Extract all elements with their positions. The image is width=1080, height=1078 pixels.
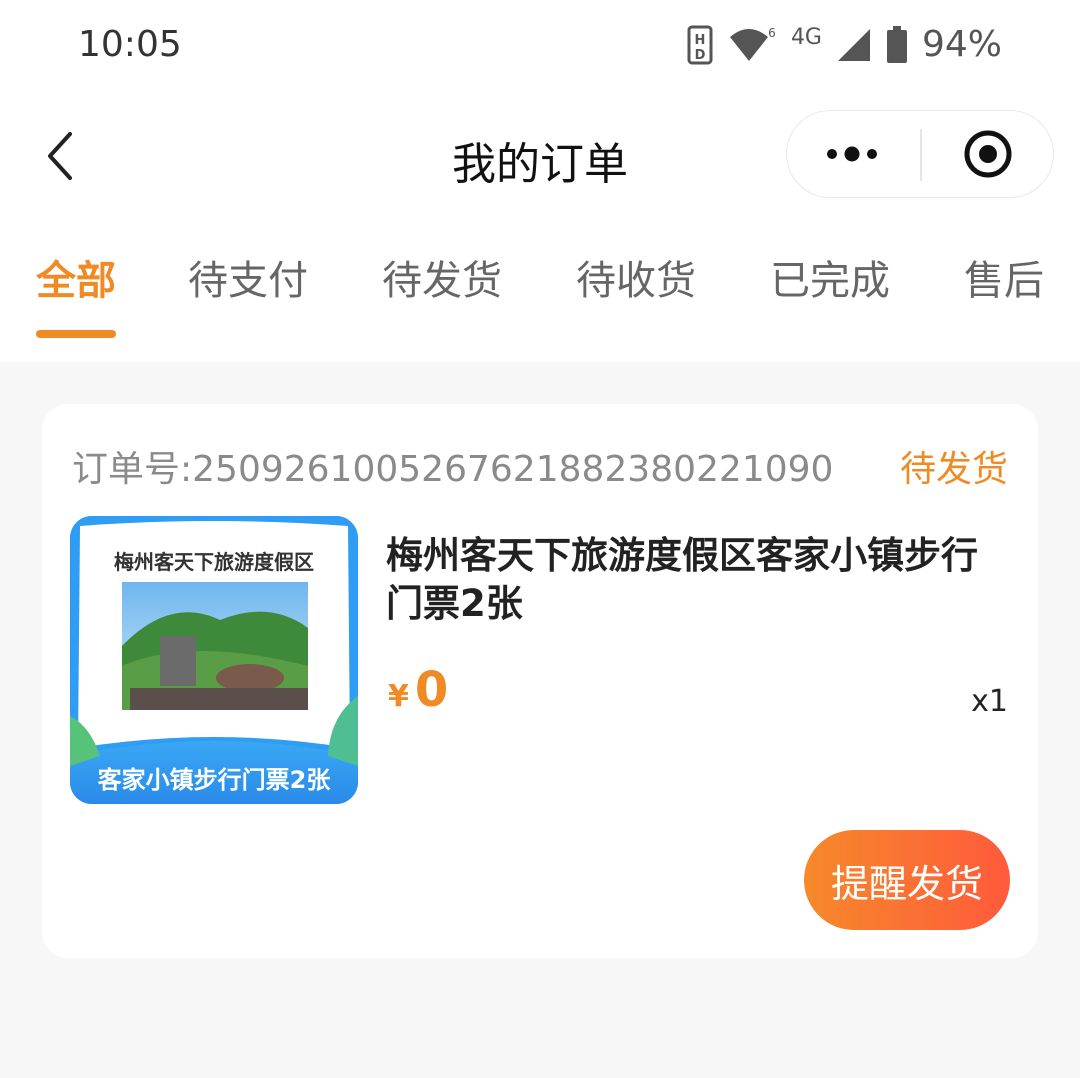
- tab-after-sales[interactable]: 售后: [964, 248, 1044, 306]
- product-image[interactable]: 梅州客天下旅游度假区 客家小镇步行门票2张: [70, 516, 358, 804]
- tab-pending-receipt[interactable]: 待收货: [576, 248, 696, 306]
- svg-text:H: H: [694, 33, 705, 48]
- active-tab-indicator: [36, 330, 116, 338]
- more-dots-icon: [826, 146, 877, 162]
- remind-shipment-button[interactable]: 提醒发货: [804, 830, 1010, 930]
- order-number: 订单号:2509261005267621882380221090: [72, 449, 834, 490]
- product-title[interactable]: 梅州客天下旅游度假区客家小镇步行门票2张: [386, 532, 1006, 628]
- product-price: ¥ 0: [388, 662, 448, 718]
- tab-all[interactable]: 全部: [36, 248, 116, 306]
- hd-icon: H D: [687, 25, 713, 65]
- order-status: 待发货: [899, 449, 1008, 490]
- more-button[interactable]: [787, 111, 920, 197]
- price-currency: ¥: [388, 679, 409, 714]
- network-label: 4G: [790, 25, 822, 50]
- product-quantity: x1: [971, 684, 1008, 719]
- battery-icon: [886, 25, 908, 64]
- close-miniprogram-button[interactable]: [922, 111, 1053, 197]
- status-time: 10:05: [78, 24, 182, 65]
- thumb-bottom-text: 客家小镇步行门票2张: [97, 766, 331, 794]
- tab-pending-payment[interactable]: 待支付: [188, 248, 308, 306]
- tab-completed[interactable]: 已完成: [770, 248, 890, 306]
- svg-text:6: 6: [768, 26, 776, 40]
- status-icons: H D 6 4G 94%: [687, 24, 1002, 65]
- mini-program-capsule: [786, 110, 1054, 198]
- battery-percent: 94%: [921, 24, 1002, 65]
- tab-pending-shipment[interactable]: 待发货: [382, 248, 502, 306]
- order-card[interactable]: 订单号:2509261005267621882380221090 待发货 梅州客…: [42, 404, 1038, 958]
- wifi-icon: 6: [727, 25, 777, 65]
- price-value: 0: [414, 662, 449, 718]
- svg-text:D: D: [695, 48, 706, 63]
- thumb-top-text: 梅州客天下旅游度假区: [114, 550, 314, 574]
- target-circle-icon: [964, 130, 1011, 178]
- signal-icon: [836, 27, 872, 63]
